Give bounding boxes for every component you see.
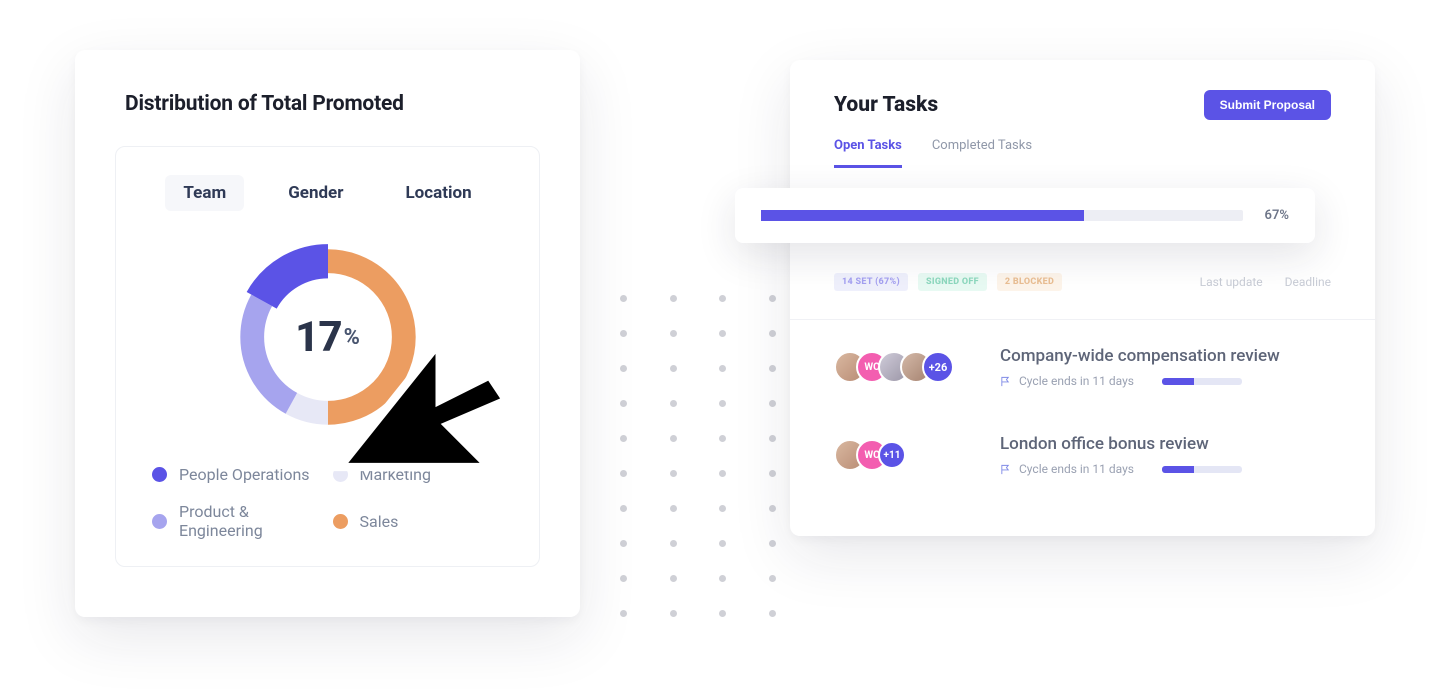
task-title: Company-wide compensation review (1000, 346, 1331, 366)
task-title: London office bonus review (1000, 434, 1331, 454)
tab-completed-tasks[interactable]: Completed Tasks (932, 138, 1032, 168)
task-list: WC +26 Company-wide compensation review … (790, 319, 1375, 496)
tasks-tabs: Open Tasks Completed Tasks (790, 120, 1375, 168)
distribution-title: Distribution of Total Promoted (125, 92, 540, 116)
task-progress-bar (1162, 378, 1242, 385)
legend-item-sales: Sales (333, 502, 504, 540)
task-main: London office bonus review Cycle ends in… (1000, 434, 1331, 476)
avatar-overflow: +11 (878, 441, 906, 469)
flag-icon (1000, 464, 1011, 475)
overall-progress-label: 67% (1265, 208, 1289, 223)
task-meta-text: Cycle ends in 11 days (1019, 374, 1134, 388)
tab-team[interactable]: Team (165, 175, 244, 211)
tab-open-tasks[interactable]: Open Tasks (834, 138, 902, 168)
status-chip-set: 14 SET (67%) (834, 273, 908, 291)
overall-progress-bar (761, 210, 1243, 221)
overall-progress-fill (761, 210, 1084, 221)
task-meta-text: Cycle ends in 11 days (1019, 462, 1134, 476)
col-last-update: Last update (1200, 275, 1263, 289)
tasks-title: Your Tasks (834, 93, 938, 117)
swatch-icon (152, 514, 167, 529)
task-meta: Cycle ends in 11 days (1000, 462, 1331, 476)
legend-label: Sales (360, 512, 399, 531)
status-chip-signedoff: SIGNED OFF (918, 273, 987, 291)
cursor-icon (323, 292, 523, 492)
legend-item-people-operations: People Operations (152, 465, 323, 484)
avatar-overflow: +26 (922, 351, 954, 383)
task-progress-fill (1162, 378, 1194, 385)
swatch-icon (152, 467, 167, 482)
legend-label: People Operations (179, 465, 310, 484)
task-row[interactable]: WC +26 Company-wide compensation review … (790, 320, 1375, 408)
decorative-dot-grid (620, 295, 780, 617)
tasks-header: Your Tasks Submit Proposal (790, 90, 1375, 120)
overall-progress-card: 67% (735, 188, 1315, 243)
distribution-donut: 17 % (228, 237, 428, 437)
tab-gender[interactable]: Gender (270, 175, 361, 211)
task-main: Company-wide compensation review Cycle e… (1000, 346, 1331, 388)
status-row: 14 SET (67%) SIGNED OFF 2 BLOCKED Last u… (790, 273, 1375, 291)
distribution-tabs: Team Gender Location (146, 175, 509, 211)
tasks-card: Your Tasks Submit Proposal Open Tasks Co… (790, 60, 1375, 536)
task-progress-fill (1162, 466, 1194, 473)
legend-item-product-engineering: Product & Engineering (152, 502, 323, 540)
task-meta: Cycle ends in 11 days (1000, 374, 1331, 388)
status-chip-blocked: 2 BLOCKED (997, 273, 1062, 291)
tab-location[interactable]: Location (387, 175, 489, 211)
task-avatars: WC +26 (834, 351, 974, 383)
task-row[interactable]: WC +11 London office bonus review Cycle … (790, 408, 1375, 496)
flag-icon (1000, 376, 1011, 387)
distribution-inner-panel: Team Gender Location 17 % (115, 146, 540, 567)
submit-proposal-button[interactable]: Submit Proposal (1204, 90, 1331, 120)
distribution-card: Distribution of Total Promoted Team Gend… (75, 50, 580, 617)
swatch-icon (333, 514, 348, 529)
task-progress-bar (1162, 466, 1242, 473)
col-deadline: Deadline (1285, 275, 1331, 289)
task-avatars: WC +11 (834, 439, 974, 471)
status-column-headers: Last update Deadline (1200, 275, 1331, 289)
legend-label: Product & Engineering (179, 502, 323, 540)
